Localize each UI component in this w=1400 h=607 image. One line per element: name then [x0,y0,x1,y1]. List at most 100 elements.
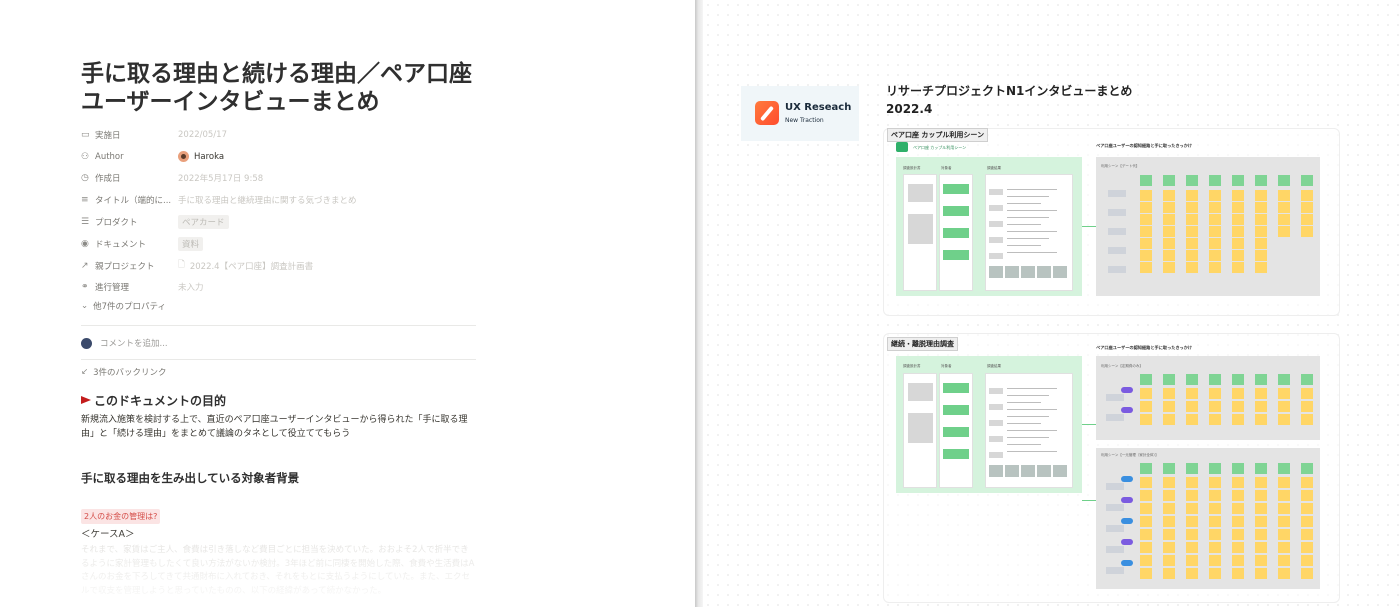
frame-label[interactable]: ペア口座 カップル利用シーン [887,128,989,142]
sticky-note [1255,568,1267,579]
logo-subtitle: New Traction [785,117,824,124]
sticky-note [1209,238,1221,249]
property-value[interactable]: 2022/05/17 [178,130,227,140]
sticky-note [1163,374,1175,385]
flag-icon [81,396,92,405]
sticky-note [1255,555,1267,566]
property-value[interactable]: Haroka [178,151,224,163]
text-line [1007,210,1057,211]
logo-card: UX Reseach New Traction [741,86,859,141]
property-label: ドキュメント [95,239,147,250]
sticky-note [1232,214,1244,225]
sticky-note [1209,503,1221,514]
sticky-note [1209,190,1221,201]
more-properties-toggle[interactable]: ⌄ 他7件のプロパティ [81,300,166,312]
sticky-note [1163,262,1175,273]
text-line [1007,423,1041,424]
sticky-note [1278,503,1290,514]
property-value[interactable]: 2022年5月17日 9:58 [178,172,263,184]
page-title: 手に取る理由と続ける理由／ペア口座 ユーザーインタビューまとめ [81,60,501,116]
sticky-note [1301,414,1313,425]
sticky-note [1186,214,1198,225]
property-row[interactable]: ◉ ドキュメント 資料 [81,233,481,255]
property-value[interactable]: 🗋 2022.4【ペア口座】調査計画書 [178,259,313,273]
persona-pill [1121,539,1133,545]
canvas-title-line-2: 2022.4 [886,102,933,116]
sticky-note [1163,226,1175,237]
backlink-arrow-icon: ↙ [81,367,89,377]
sticky-note [1232,463,1244,474]
sticky-note [1255,516,1267,527]
property-value-text: 2022.4【ペア口座】調査計画書 [189,261,314,272]
design-block [908,413,933,443]
sticky-note [1232,401,1244,412]
property-label: プロダクト [95,218,138,229]
sticky-note [1232,542,1244,553]
panel-title: ペア口座ユーザーの認知経路と手に取ったきっかけ [1096,345,1193,350]
sticky-note [1278,463,1290,474]
persona-pill [1121,387,1133,393]
result-card [989,253,1003,259]
sticky-note [1209,250,1221,261]
property-value[interactable]: ペアカード [178,215,229,230]
sticky-note [1232,250,1244,261]
result-card [989,205,1003,211]
property-key: ▭ 実施日 [81,129,178,141]
sticky-note [1255,262,1267,273]
property-row[interactable]: ◷ 作成日 2022年5月17日 9:58 [81,168,481,190]
sticky-note [1209,214,1221,225]
target-block [943,427,969,437]
property-value[interactable]: 手に取る理由と継続理由に関する気づきまとめ [178,194,357,206]
comment-input[interactable]: コメントを追加... [81,337,168,349]
sticky-note [1186,226,1198,237]
property-row[interactable]: ☰ プロダクト ペアカード [81,211,481,233]
sticky-note [1140,226,1152,237]
sticky-note [1209,175,1221,186]
avatar [81,337,92,349]
design-block [908,214,933,244]
sticky-note [1163,503,1175,514]
sticky-note [1255,214,1267,225]
property-value-text: 資料 [178,236,204,251]
sticky-note [1186,568,1198,579]
property-label: 実施日 [95,130,121,141]
sticky-note [1209,555,1221,566]
page-icon: 🗋 [178,259,185,270]
sticky-note [1232,175,1244,186]
sticky-note [1186,374,1198,385]
property-value[interactable]: 資料 [178,236,204,251]
pane-divider[interactable] [695,0,703,607]
property-row[interactable]: ≡ タイトル（端的に... 手に取る理由と継続理由に関する気づきまとめ [81,189,481,211]
sticky-note [1140,490,1152,501]
property-row[interactable]: ↗ 親プロジェクト 🗋 2022.4【ペア口座】調査計画書 [81,255,481,277]
photo-thumbnail [1037,266,1051,278]
property-row[interactable]: ⚭ 進行管理 未入力 [81,277,481,299]
text-line [1007,238,1049,239]
sticky-note [1255,175,1267,186]
property-row[interactable]: ⚇ Author Haroka [81,146,481,168]
sticky-note [1163,529,1175,540]
list-icon: ☰ [81,217,90,228]
property-row[interactable]: ▭ 実施日 2022/05/17 [81,124,481,146]
sticky-note [1255,226,1267,237]
column-header: 調査結果 [987,166,1001,170]
property-value[interactable]: 未入力 [178,281,204,293]
sticky-note [1278,401,1290,412]
sticky-note [1186,388,1198,399]
select-icon: ◉ [81,238,89,249]
persona-pill [1121,497,1133,503]
persona-pill [1121,476,1133,482]
sticky-note [1140,414,1152,425]
column-header: 対象者 [941,166,952,170]
sticky-note [1255,463,1267,474]
sticky-note [1140,542,1152,553]
frame-label[interactable]: 継続・離脱理由調査 [887,337,958,351]
result-card [989,237,1003,243]
persona-pill [1121,560,1133,566]
canvas-pane[interactable]: UX Reseach New Traction リサーチプロジェクトN1インタビ… [703,0,1400,607]
property-key: ☰ プロダクト [81,216,178,228]
page-title-line-2: ユーザーインタビューまとめ [81,89,380,115]
photo-thumbnail [1053,465,1067,477]
sticky-note [1278,202,1290,213]
backlinks-toggle[interactable]: ↙ 3件のバックリンク [81,366,167,378]
